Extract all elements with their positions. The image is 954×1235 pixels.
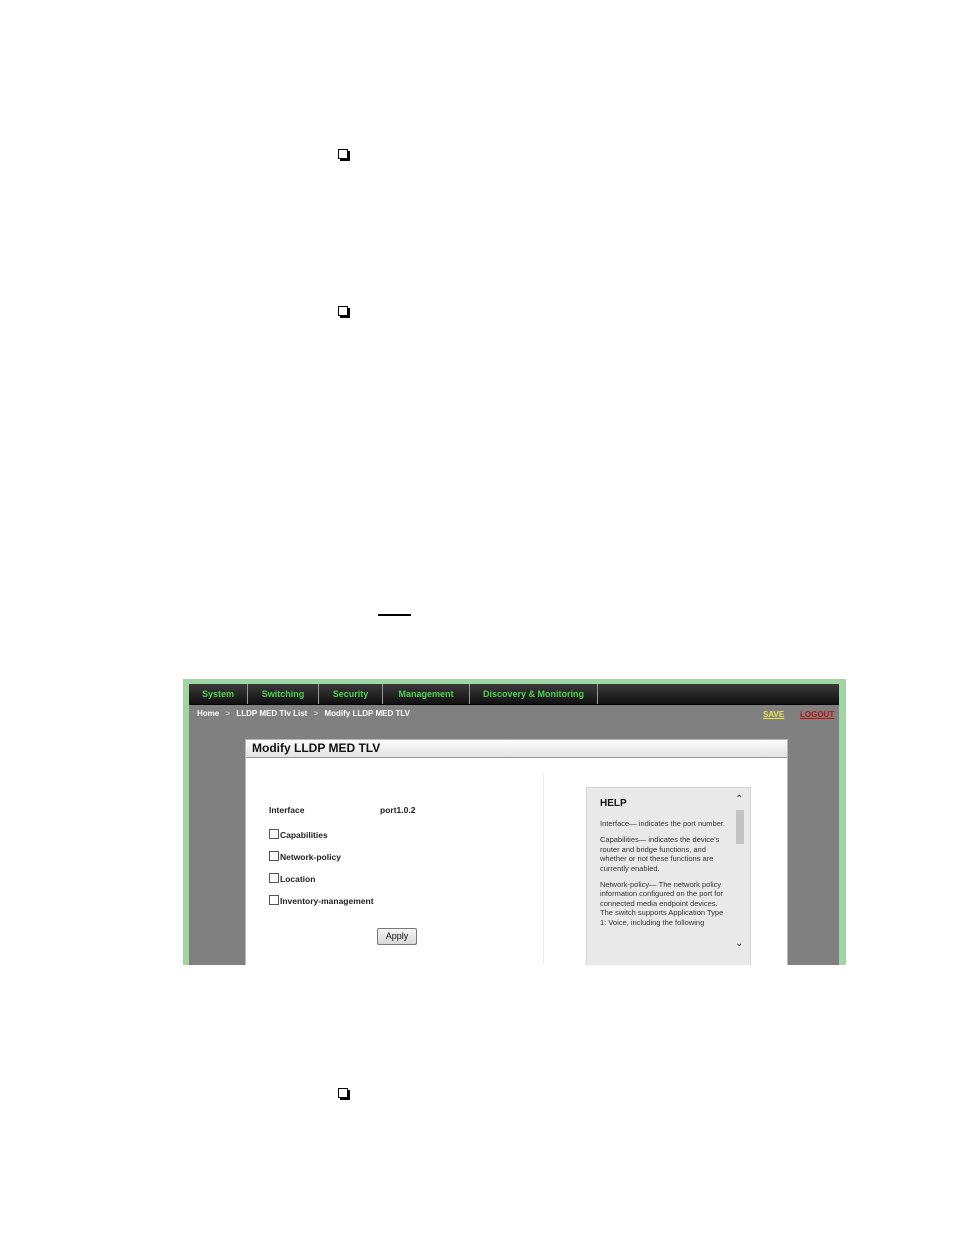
underline-rule bbox=[378, 614, 411, 616]
nav-management[interactable]: Management bbox=[383, 684, 470, 704]
top-nav-bar: System Switching Security Management Dis… bbox=[189, 684, 839, 705]
capabilities-label: Capabilities bbox=[280, 830, 328, 840]
apply-button[interactable]: Apply bbox=[377, 928, 417, 945]
location-label: Location bbox=[280, 874, 316, 884]
scroll-down-icon[interactable]: ⌄ bbox=[735, 938, 743, 949]
ui-screenshot: System Switching Security Management Dis… bbox=[183, 679, 846, 965]
square-bullet-icon bbox=[338, 149, 348, 159]
help-paragraph: Capabilities— indicates the device's rou… bbox=[600, 835, 720, 873]
square-bullet-icon bbox=[338, 1088, 348, 1098]
nav-system[interactable]: System bbox=[189, 684, 248, 704]
app-frame: System Switching Security Management Dis… bbox=[189, 684, 839, 965]
nav-discovery-monitoring[interactable]: Discovery & Monitoring bbox=[470, 684, 598, 704]
location-checkbox[interactable] bbox=[269, 873, 279, 883]
help-pane: HELP Interface— indicates the port numbe… bbox=[586, 787, 751, 965]
interface-value: port1.0.2 bbox=[380, 805, 416, 815]
square-bullet-icon bbox=[338, 306, 348, 316]
panel-divider bbox=[543, 774, 544, 964]
scrollbar-thumb[interactable] bbox=[736, 810, 744, 844]
breadcrumb-separator: > bbox=[313, 709, 319, 718]
network-policy-label: Network-policy bbox=[280, 852, 341, 862]
breadcrumb: Home > LLDP MED Tlv List > Modify LLDP M… bbox=[197, 709, 414, 718]
nav-switching[interactable]: Switching bbox=[248, 684, 319, 704]
capabilities-checkbox[interactable] bbox=[269, 829, 279, 839]
breadcrumb-separator: > bbox=[225, 709, 231, 718]
save-link[interactable]: SAVE bbox=[763, 710, 784, 719]
help-paragraph: Network-policy— The network policy infor… bbox=[600, 880, 724, 927]
help-title: HELP bbox=[600, 798, 627, 809]
scroll-up-icon[interactable]: ⌃ bbox=[735, 794, 743, 805]
interface-label: Interface bbox=[269, 805, 305, 815]
logout-link[interactable]: LOGOUT bbox=[800, 710, 834, 719]
breadcrumb-current: Modify LLDP MED TLV bbox=[324, 709, 410, 718]
inventory-management-label: Inventory-management bbox=[280, 896, 374, 906]
panel-header: Modify LLDP MED TLV bbox=[246, 740, 787, 758]
network-policy-checkbox[interactable] bbox=[269, 851, 279, 861]
nav-security[interactable]: Security bbox=[319, 684, 383, 704]
inventory-management-checkbox[interactable] bbox=[269, 895, 279, 905]
breadcrumb-lldp-med-tlv-list[interactable]: LLDP MED Tlv List bbox=[236, 709, 307, 718]
breadcrumb-home[interactable]: Home bbox=[197, 709, 219, 718]
modify-lldp-med-tlv-panel: Modify LLDP MED TLV Interface port1.0.2 … bbox=[245, 739, 788, 965]
panel-title: Modify LLDP MED TLV bbox=[252, 741, 381, 755]
help-paragraph: Interface— indicates the port number. bbox=[600, 819, 726, 828]
help-body: Interface— indicates the port number. Ca… bbox=[600, 819, 726, 934]
